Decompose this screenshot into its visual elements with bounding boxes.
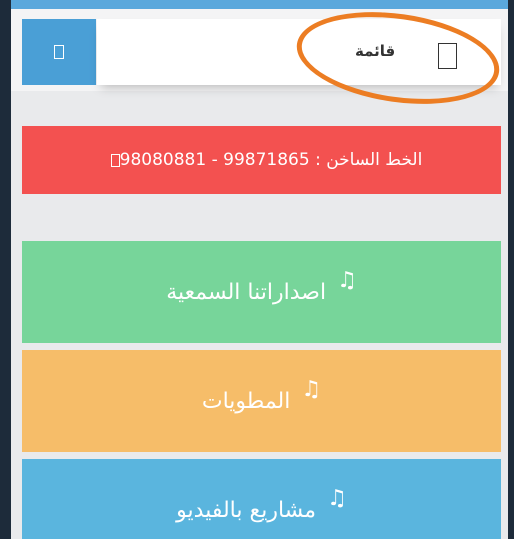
tile-brochures[interactable]: المطويات ♫ <box>22 350 501 452</box>
tile-label: المطويات <box>201 389 291 414</box>
tile-label: مشاريع بالفيديو <box>176 498 317 523</box>
tile-video-projects[interactable]: مشاريع بالفيديو ♫ <box>22 459 501 539</box>
left-edge <box>0 0 11 539</box>
tile-label: اصداراتنا السمعية <box>166 280 327 305</box>
hotline-text: الخط الساخن : 99871865 - 98080881 <box>119 150 423 170</box>
music-note-icon: ♫ <box>301 377 322 402</box>
top-bar <box>0 0 514 9</box>
right-edge <box>508 0 514 539</box>
music-note-icon: ♫ <box>327 486 347 511</box>
tile-audio-releases[interactable]: اصداراتنا السمعية ♫ <box>22 241 501 343</box>
menu-glyph-icon <box>54 45 64 59</box>
menu-toggle-button[interactable] <box>22 19 96 85</box>
music-note-icon: ♫ <box>337 268 357 293</box>
hotline-banner: الخط الساخن : 99871865 - 98080881 <box>22 126 501 194</box>
phone-icon <box>110 153 120 167</box>
